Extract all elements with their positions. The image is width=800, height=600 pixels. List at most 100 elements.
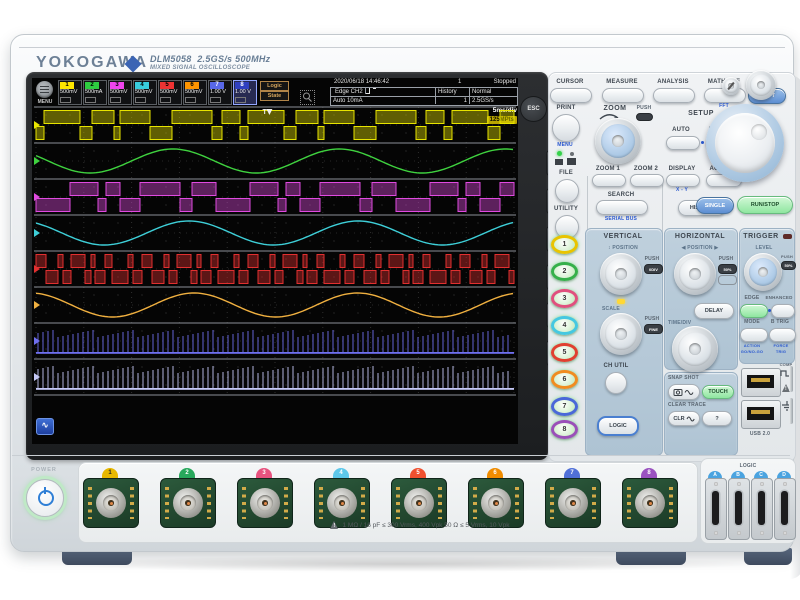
channel-4-button[interactable]: 4 [551,316,578,335]
vertical-push-label: PUSH [644,256,660,262]
model-name: DLM5058 2.5GS/s 500MHz [150,54,271,64]
power-label: POWER [31,467,57,473]
channel-3-button[interactable]: 3 [551,289,578,308]
b-trig-label: B TRIG [770,319,790,325]
waveform-ch2 [34,148,514,174]
screen-channel-badge-5[interactable]: 5 500mV [158,80,182,105]
power-button[interactable] [26,479,64,517]
datetime: 2020/06/18 14:46:42 [334,79,390,85]
aux-knob[interactable] [746,70,776,100]
mode-button[interactable] [740,328,768,342]
zoom2-button[interactable] [630,174,664,187]
screen-channel-badge-8[interactable]: 8 1.00 V [233,80,257,105]
snap-shot-button[interactable] [668,384,700,400]
bnc-input-ch1: 1 [82,468,139,530]
coupling-icon [210,97,221,103]
waveform-shortcut-icon[interactable]: ∿ [36,418,54,435]
logic-pod-port-D [774,478,796,540]
trigger-source: Auto 10mA [331,96,435,104]
b-trig-button[interactable] [769,328,796,342]
waveform-ch8 [34,366,514,390]
delay-button[interactable]: DELAY [694,303,734,319]
screwdriver-slot [727,81,735,91]
measure-button[interactable] [602,88,644,103]
bnc-connector [481,488,511,518]
screen-channel-badge-6[interactable]: 6 500mV [183,80,207,105]
bnc-input-ch2: 2 [159,468,216,530]
waveform-ch4 [34,220,514,246]
zoom-push-chip [636,113,653,121]
scale-push-label: PUSH [644,316,660,322]
screen-channel-badge-4[interactable]: 4 500mV [133,80,157,105]
knob-dimple [751,124,768,141]
logic-pod-port-B [728,478,750,540]
trigger-led [783,234,792,239]
help-button[interactable]: ? [702,411,732,426]
usb-label: USB 2.0 [749,431,771,437]
ground-marker-ch8 [34,373,40,381]
print-button[interactable] [552,114,580,142]
aux-chip [718,275,737,285]
time-div-knob[interactable] [672,326,718,372]
history-number: 1 [435,96,469,104]
trigger-level-knob[interactable] [744,253,782,291]
power-icon [38,490,54,506]
screen-menu-label: MENU [37,99,53,105]
usb-port-bottom [741,400,781,429]
fifty-pct-chip: 50% [718,264,737,274]
bnc-connector [173,488,203,518]
zoom-knob[interactable] [595,118,641,164]
menu-lines-icon [40,86,49,93]
zoom1-label: ZOOM 1 [595,166,621,172]
enhanced-button[interactable] [771,304,795,318]
clear-trace-button[interactable]: CLR [668,411,700,426]
channel-2-button[interactable]: 2 [551,262,578,281]
channel-6-button[interactable]: 6 [551,370,578,389]
screen-channel-badge-3[interactable]: 3 500mV [108,80,132,105]
analysis-button[interactable] [653,88,695,103]
horizontal-position-knob[interactable] [674,253,716,295]
trigger-50-chip: 50% [781,261,796,270]
file-button[interactable] [555,179,579,203]
single-button[interactable]: SINGLE [696,197,734,214]
cursor-button[interactable] [550,88,592,103]
zoom-lens-icon[interactable] [300,90,315,105]
vertical-position-knob[interactable] [600,253,642,295]
channel-8-button[interactable]: 8 [551,420,578,439]
action-label-2: GO/NO-GO [740,349,764,354]
search-button[interactable] [596,200,648,215]
xy-label: X - Y [675,187,689,193]
print-menu-label: MENU [557,142,573,148]
lcd-screen: MENU 1 500mV 2 500mA 3 500mV 4 500mV 5 500mV 6 500m… [32,78,518,444]
ch-util-button[interactable] [605,372,627,394]
ground-marker-ch4 [34,229,40,237]
touch-button[interactable]: TOUCH [702,385,734,399]
screen-channel-badge-7[interactable]: 7 1.00 V [208,80,232,105]
cursor-label: CURSOR [556,79,584,85]
logic-badge[interactable]: Logic [260,81,289,91]
trim-knob[interactable] [722,77,740,95]
esc-button[interactable]: ESC [520,96,547,122]
channel-7-button[interactable]: 7 [551,397,578,416]
trigger-title: TRIGGER [743,233,779,240]
snap-shot-label: SNAP SHOT [668,375,699,381]
channel-1-button[interactable]: 1 [551,235,578,254]
coupling-icon [135,97,146,103]
vertical-scale-knob[interactable] [600,313,642,355]
zoom-push-label: PUSH [636,105,652,111]
waveform-ch7 [34,330,514,354]
zoom1-button[interactable] [592,174,626,187]
display-button[interactable] [666,174,700,187]
screen-channel-badge-2[interactable]: 2 500mA [83,80,107,105]
auto-button[interactable] [666,136,700,150]
logic-button[interactable]: LOGIC [597,416,639,436]
state-badge[interactable]: State [260,91,289,101]
print-led-off [570,152,574,156]
screen-channel-badge-1[interactable]: 1 500mV [58,80,82,105]
screen-menu-button[interactable] [36,81,53,98]
channel-5-button[interactable]: 5 [551,343,578,362]
run-stop-button[interactable]: RUN/STOP [737,196,793,214]
edge-button[interactable] [740,304,768,318]
trigger-status-table: Edge CH2 History Normal Auto 10mA 1 2.5G… [330,87,518,106]
jog-shuttle-knob[interactable] [706,104,784,182]
